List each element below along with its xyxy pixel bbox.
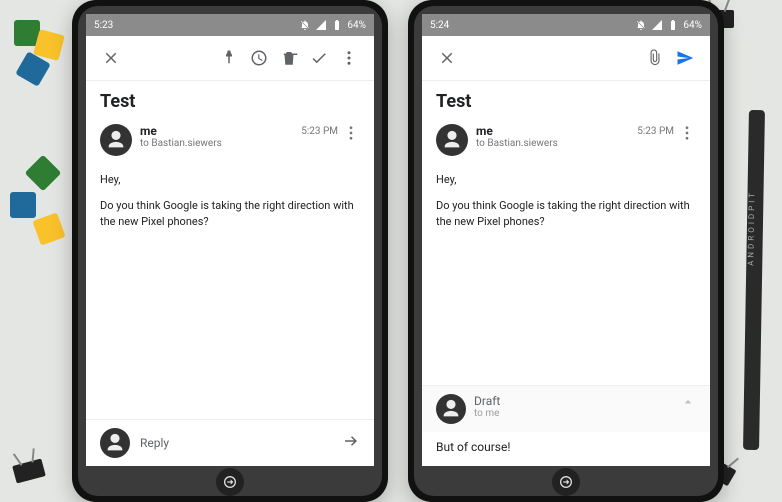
body-line: Do you think Google is taking the right … — [100, 198, 360, 230]
avatar — [436, 394, 466, 424]
phone-right: 5:24 64% Test me to Bastian. — [408, 0, 724, 502]
status-battery: 64% — [347, 20, 366, 31]
recipient: to Bastian.siewers — [476, 138, 637, 149]
pencil — [743, 110, 765, 450]
app-bar — [86, 36, 374, 81]
home-button[interactable] — [552, 468, 580, 496]
draft-body[interactable]: But of course! — [422, 432, 710, 466]
chevron-up-icon[interactable] — [680, 394, 696, 414]
draft-recipient: to me — [474, 408, 680, 419]
clock-icon[interactable] — [244, 43, 274, 73]
message-overflow-icon[interactable] — [342, 124, 360, 142]
send-icon[interactable] — [670, 43, 700, 73]
body-line: Hey, — [436, 172, 696, 188]
home-button[interactable] — [216, 468, 244, 496]
pin-icon[interactable] — [214, 43, 244, 73]
message-body: Hey, Do you think Google is taking the r… — [422, 164, 710, 385]
avatar[interactable] — [100, 124, 132, 156]
avatar[interactable] — [436, 124, 468, 156]
draft-header[interactable]: Draft to me — [422, 385, 710, 432]
signal-icon — [315, 19, 327, 31]
close-icon[interactable] — [96, 43, 126, 73]
body-line: Do you think Google is taking the right … — [436, 198, 696, 230]
message-header: me to Bastian.siewers 5:23 PM — [422, 118, 710, 164]
binder-clip — [12, 458, 46, 483]
status-battery: 64% — [683, 20, 702, 31]
email-subject: Test — [422, 81, 710, 118]
done-icon[interactable] — [304, 43, 334, 73]
status-bar: 5:23 64% — [86, 14, 374, 36]
message-overflow-icon[interactable] — [678, 124, 696, 142]
signal-icon — [651, 19, 663, 31]
overflow-icon[interactable] — [334, 43, 364, 73]
status-time: 5:23 — [94, 20, 113, 31]
sender-name: me — [140, 124, 301, 138]
bell-off-icon — [635, 19, 647, 31]
message-header: me to Bastian.siewers 5:23 PM — [86, 118, 374, 164]
status-bar: 5:24 64% — [422, 14, 710, 36]
message-body: Hey, Do you think Google is taking the r… — [86, 164, 374, 419]
reply-bar[interactable]: Reply — [86, 419, 374, 466]
battery-icon — [331, 19, 343, 31]
message-time: 5:23 PM — [637, 126, 674, 137]
delete-icon[interactable] — [274, 43, 304, 73]
screen-right: 5:24 64% Test me to Bastian. — [422, 14, 710, 466]
battery-icon — [667, 19, 679, 31]
scene: 5:23 64% Test — [0, 0, 782, 502]
bell-off-icon — [299, 19, 311, 31]
attach-icon[interactable] — [640, 43, 670, 73]
forward-icon[interactable] — [342, 432, 360, 454]
wood-block — [25, 155, 62, 192]
message-time: 5:23 PM — [301, 126, 338, 137]
phone-left: 5:23 64% Test — [72, 0, 388, 502]
email-subject: Test — [86, 81, 374, 118]
draft-title: Draft — [474, 394, 680, 408]
screen-left: 5:23 64% Test — [86, 14, 374, 466]
recipient: to Bastian.siewers — [140, 138, 301, 149]
avatar — [100, 428, 130, 458]
body-line: Hey, — [100, 172, 360, 188]
wood-block — [32, 212, 65, 245]
wood-block — [10, 192, 36, 218]
sender-name: me — [476, 124, 637, 138]
reply-label: Reply — [140, 436, 342, 450]
status-time: 5:24 — [430, 20, 449, 31]
close-icon[interactable] — [432, 43, 462, 73]
app-bar — [422, 36, 710, 81]
